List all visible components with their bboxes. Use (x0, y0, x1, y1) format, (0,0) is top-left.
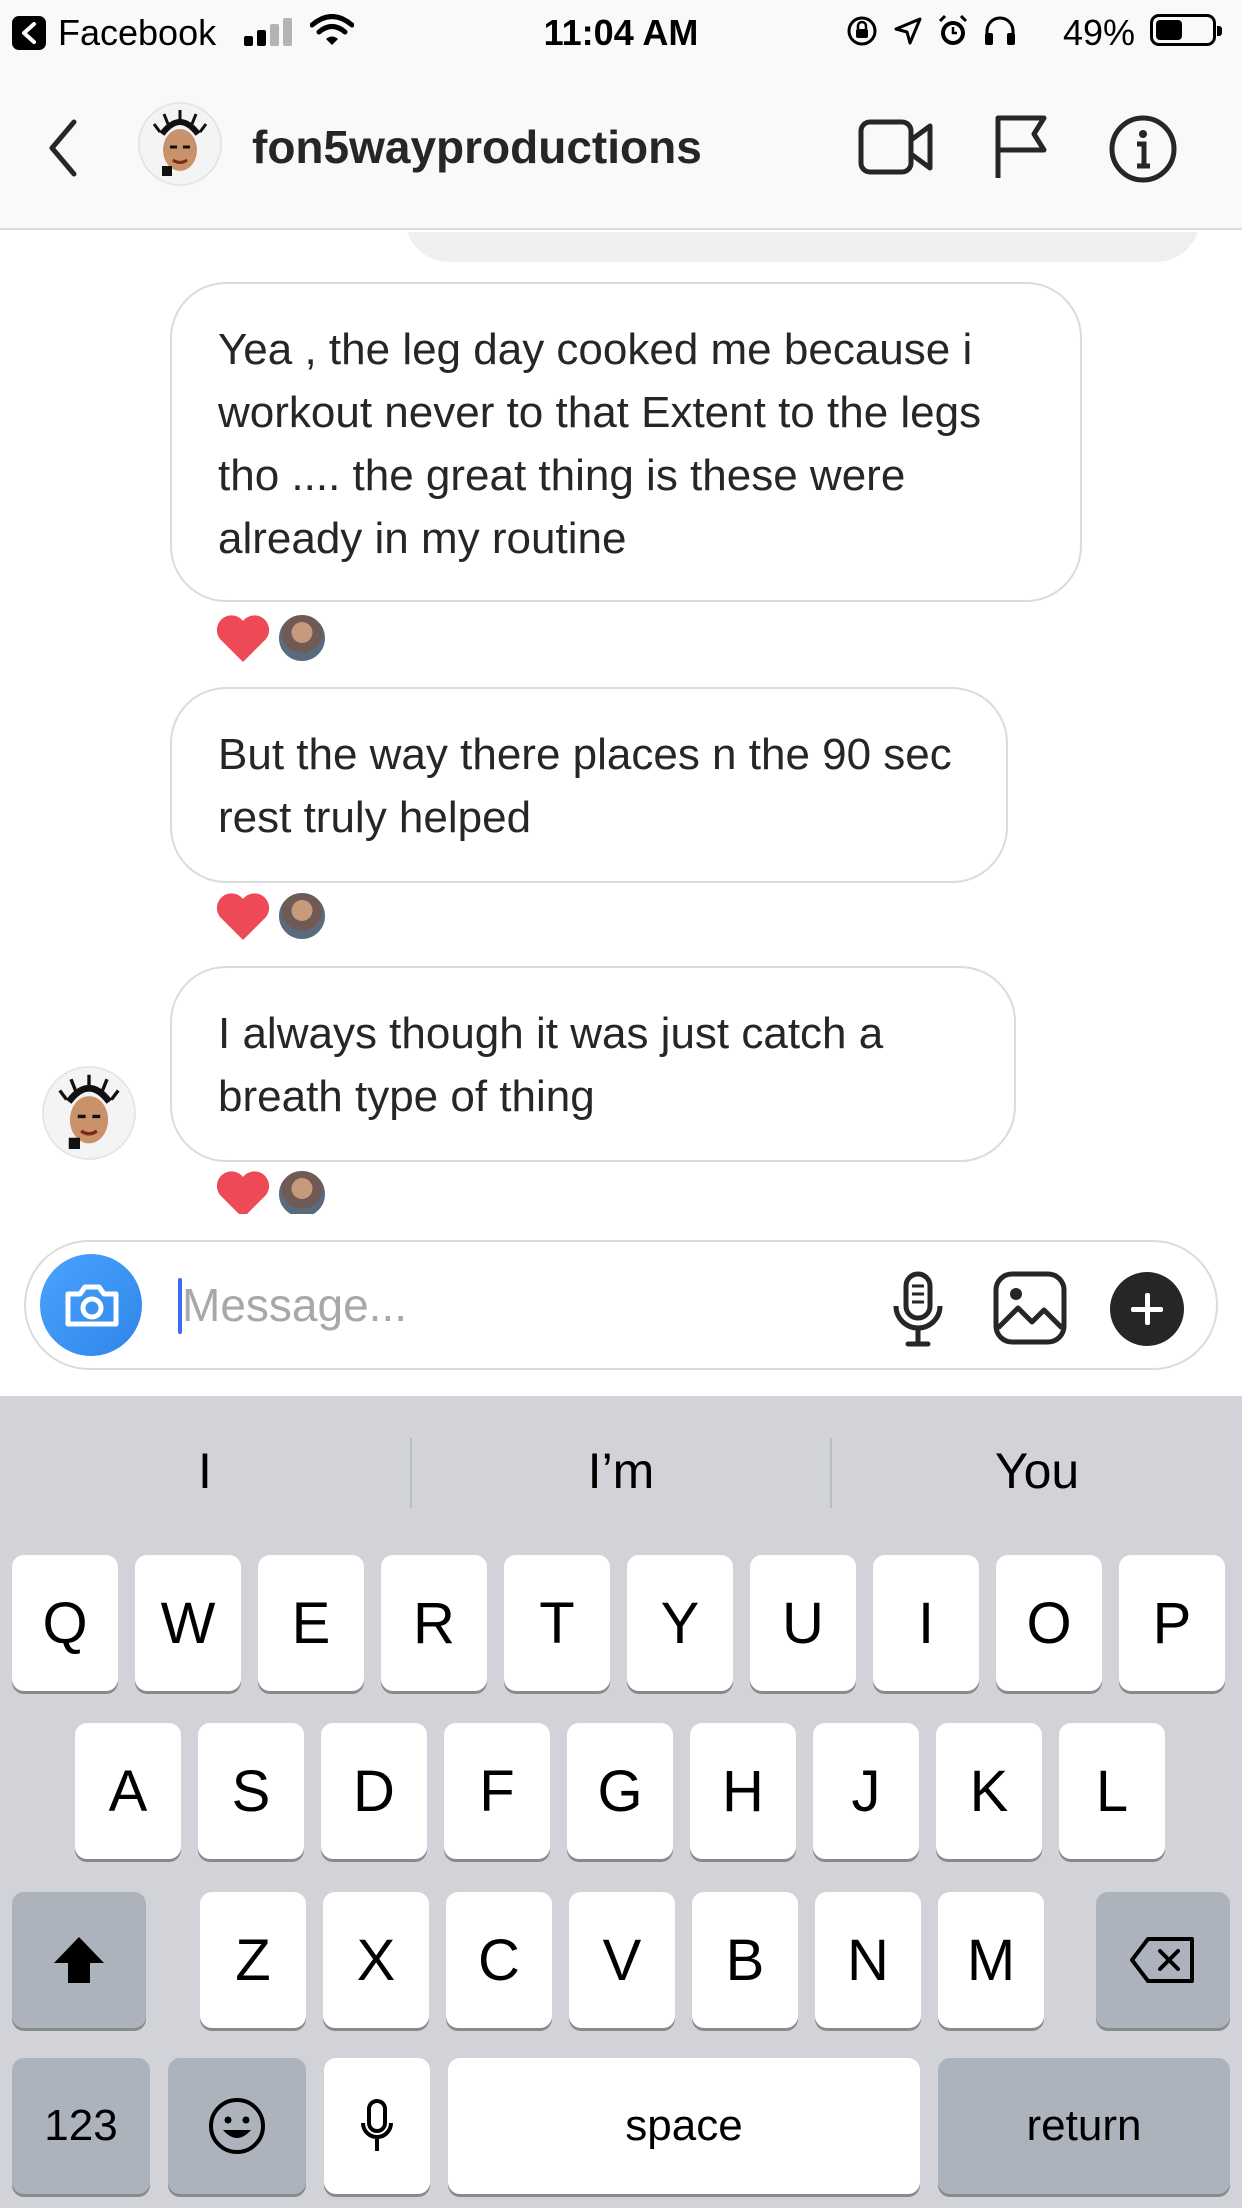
composer-bar (0, 1214, 1242, 1396)
suggestion-2[interactable]: I’m (412, 1436, 830, 1506)
key-r[interactable]: R (381, 1555, 487, 1691)
ios-keyboard: I I’m You QWERTYUIOP ASDFGHJKL ZXCVBNM 1… (0, 1396, 1242, 2208)
heart-reaction-icon (216, 893, 270, 940)
sender-avatar[interactable] (42, 1066, 136, 1160)
video-call-icon[interactable] (858, 118, 934, 176)
key-w[interactable]: W (135, 1555, 241, 1691)
microphone-icon (361, 2099, 393, 2151)
key-q[interactable]: Q (12, 1555, 118, 1691)
reactor-avatar (276, 612, 328, 664)
key-p[interactable]: P (1119, 1555, 1225, 1691)
key-s[interactable]: S (198, 1723, 304, 1859)
message-reaction[interactable] (214, 612, 328, 664)
predictive-bar: I I’m You (0, 1396, 1242, 1546)
status-bar: Facebook 11:04 AM 49% (0, 0, 1242, 62)
space-key[interactable]: space (448, 2058, 920, 2194)
battery-icon (1150, 14, 1222, 46)
battery-level (1156, 20, 1182, 40)
location-icon (894, 17, 922, 45)
info-icon[interactable] (1108, 114, 1178, 184)
chat-username[interactable]: fon5wayproductions (252, 120, 702, 174)
key-t[interactable]: T (504, 1555, 610, 1691)
report-flag-icon[interactable] (992, 114, 1050, 180)
cartoon-avatar-icon (44, 1068, 134, 1158)
previous-outgoing-bubble (405, 232, 1200, 262)
key-h[interactable]: H (690, 1723, 796, 1859)
key-u[interactable]: U (750, 1555, 856, 1691)
camera-icon (65, 1284, 119, 1327)
key-a[interactable]: A (75, 1723, 181, 1859)
key-c[interactable]: C (446, 1892, 552, 2028)
suggestion-3[interactable]: You (832, 1436, 1242, 1506)
key-j[interactable]: J (813, 1723, 919, 1859)
key-x[interactable]: X (323, 1892, 429, 2028)
message-reaction[interactable] (214, 890, 328, 942)
camera-button[interactable] (40, 1254, 142, 1356)
key-m[interactable]: M (938, 1892, 1044, 2028)
chat-header: fon5wayproductions (0, 62, 1242, 230)
message-reaction[interactable] (214, 1168, 328, 1214)
numbers-key[interactable]: 123 (12, 2058, 150, 2194)
back-chevron-icon[interactable] (44, 118, 84, 178)
status-icons (845, 14, 1017, 48)
key-k[interactable]: K (936, 1723, 1042, 1859)
emoji-icon (209, 2098, 265, 2154)
key-v[interactable]: V (569, 1892, 675, 2028)
key-z[interactable]: Z (200, 1892, 306, 2028)
message-thread[interactable]: Yea , the leg day cooked me because i wo… (0, 232, 1242, 1214)
headphones-icon (985, 16, 1015, 45)
gallery-icon[interactable] (992, 1270, 1068, 1346)
message-bubble[interactable]: But the way there places n the 90 sec re… (170, 687, 1008, 883)
key-g[interactable]: G (567, 1723, 673, 1859)
return-key[interactable]: return (938, 2058, 1230, 2194)
backspace-key[interactable] (1096, 1892, 1230, 2028)
key-n[interactable]: N (815, 1892, 921, 2028)
avatar[interactable] (138, 102, 222, 186)
key-l[interactable]: L (1059, 1723, 1165, 1859)
key-y[interactable]: Y (627, 1555, 733, 1691)
key-o[interactable]: O (996, 1555, 1102, 1691)
reactor-avatar (276, 1168, 328, 1214)
emoji-key[interactable] (168, 2058, 306, 2194)
dictation-key[interactable] (324, 2058, 430, 2194)
message-bubble[interactable]: I always though it was just catch a brea… (170, 966, 1016, 1162)
message-bubble[interactable]: Yea , the leg day cooked me because i wo… (170, 282, 1082, 602)
heart-reaction-icon (216, 615, 270, 662)
backspace-icon (1130, 1937, 1194, 1983)
suggestion-1[interactable]: I (0, 1436, 410, 1506)
reactor-avatar (276, 890, 328, 942)
message-input[interactable] (182, 1272, 882, 1338)
cartoon-avatar-icon (140, 104, 220, 184)
add-content-button[interactable] (1110, 1272, 1184, 1346)
key-i[interactable]: I (873, 1555, 979, 1691)
heart-reaction-icon (216, 1171, 270, 1214)
alarm-icon (938, 14, 968, 45)
battery-percent: 49% (1063, 12, 1136, 53)
key-f[interactable]: F (444, 1723, 550, 1859)
shift-arrow-icon (54, 1937, 104, 1983)
microphone-icon[interactable] (888, 1270, 948, 1350)
shift-key[interactable] (12, 1892, 146, 2028)
key-b[interactable]: B (692, 1892, 798, 2028)
message-composer (24, 1240, 1218, 1370)
key-e[interactable]: E (258, 1555, 364, 1691)
rotation-lock-icon (847, 16, 877, 46)
clock: 11:04 AM (543, 12, 699, 53)
key-d[interactable]: D (321, 1723, 427, 1859)
